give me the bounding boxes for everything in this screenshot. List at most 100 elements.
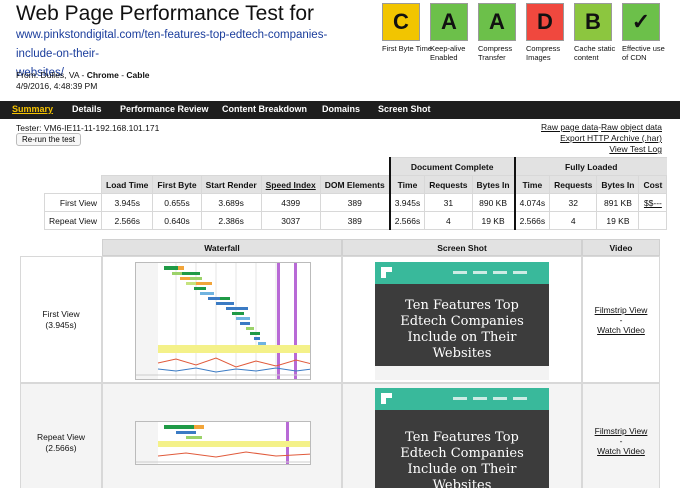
empty-cell (261, 158, 320, 176)
first-view-screenshot-thumbnail[interactable]: Ten Features Top Edtech Companies Includ… (375, 262, 549, 380)
first-view-title: First View (42, 308, 80, 319)
table-cell: 891 KB (596, 193, 640, 212)
table-cell: 0.655s (152, 193, 202, 212)
column-header-row: Load Time First Byte Start Render Speed … (45, 175, 668, 194)
table-cell (638, 211, 668, 230)
table-cell: 2.566s (513, 211, 551, 230)
tester-info: Tester: VM6-IE11-11-192.168.101.171 (16, 123, 160, 133)
screenshot-footer-strip (375, 366, 549, 380)
watch-video-link[interactable]: Watch Video (583, 446, 659, 456)
grade-caption: Cache static content (574, 44, 616, 62)
col-dom-elements: DOM Elements (319, 175, 391, 194)
grade-letter: A (430, 3, 468, 41)
col-start-render: Start Render (200, 175, 262, 194)
empty-cell (45, 158, 102, 176)
waterfall-chart-icon (136, 263, 310, 379)
grade-caption: Effective use of CDN (622, 44, 665, 62)
col-doc-requests: Requests (424, 175, 473, 194)
site-logo-icon (381, 393, 392, 404)
rerun-test-button[interactable]: Re-run the test (16, 133, 81, 146)
col-load-time: Load Time (101, 175, 154, 194)
repeat-view-waterfall-cell (102, 383, 342, 488)
menu-item-icon (453, 397, 467, 400)
raw-page-data-link[interactable]: Raw page data (541, 122, 598, 132)
document-complete-header: Document Complete (388, 157, 515, 176)
menu-item-icon (493, 271, 507, 274)
table-cell: 0.640s (152, 211, 202, 230)
grade-first-byte[interactable]: C First Byte Time (382, 3, 432, 53)
raw-object-data-link[interactable]: Raw object data (601, 122, 662, 132)
first-view-waterfall-cell (102, 256, 342, 383)
table-cell: 3.689s (200, 193, 262, 212)
grade-letter: C (382, 3, 420, 41)
from-connection: Cable (126, 70, 150, 80)
view-test-log-link[interactable]: View Test Log (609, 144, 662, 154)
repeat-view-time: (2.566s) (45, 443, 77, 453)
first-view-waterfall-thumbnail[interactable] (135, 262, 311, 380)
table-row: First View 3.945s 0.655s 3.689s 4399 389… (43, 193, 668, 212)
table-cell: 4.074s (513, 193, 551, 212)
empty-cell (102, 158, 153, 176)
views-table: Waterfall Screen Shot Video First View (… (20, 239, 660, 488)
first-view-label: First View (3.945s) (20, 256, 102, 383)
results-table: Document Complete Fully Loaded Load Time… (43, 157, 668, 230)
grade-cache-static[interactable]: B Cache static content (574, 3, 615, 62)
grade-caption: Compress Transfer (478, 44, 513, 62)
watch-video-link[interactable]: Watch Video (583, 325, 659, 335)
screenshot-headline: Ten Features Top Edtech Companies Includ… (400, 430, 524, 488)
table-cell: 31 (424, 193, 473, 212)
table-cell: 32 (549, 193, 598, 212)
page-title: Web Page Performance Test for (16, 2, 315, 25)
link-separator: - (619, 436, 623, 446)
row-label: First View (43, 193, 103, 212)
tab-details[interactable]: Details (72, 104, 102, 114)
table-cell: 389 (319, 211, 391, 230)
grade-letter: A (478, 3, 516, 41)
table-cell: 2.566s (101, 211, 154, 230)
grade-letter: B (574, 3, 612, 41)
col-cost: Cost (638, 175, 668, 194)
menu-item-icon (493, 397, 507, 400)
table-cell: 3.945s (388, 193, 426, 212)
empty-cell (320, 158, 390, 176)
repeat-view-screenshot-cell: Ten Features Top Edtech Companies Includ… (342, 383, 582, 488)
waterfall-header: Waterfall (102, 239, 342, 256)
tab-performance-review[interactable]: Performance Review (120, 104, 209, 114)
table-cell: 389 (319, 193, 391, 212)
screen-shot-header: Screen Shot (342, 239, 582, 256)
empty-cell (45, 176, 102, 194)
table-cell: 3.945s (101, 193, 154, 212)
tab-content-breakdown[interactable]: Content Breakdown (222, 104, 307, 114)
table-cell: 890 KB (471, 193, 516, 212)
table-cell: 2.386s (200, 211, 262, 230)
test-location: From: Dulles, VA - Chrome - Cable 4/9/20… (16, 70, 150, 92)
col-full-requests: Requests (549, 175, 598, 194)
col-doc-time: Time (388, 175, 426, 194)
tab-screen-shot[interactable]: Screen Shot (378, 104, 431, 114)
grade-keep-alive[interactable]: A Keep-alive Enabled (430, 3, 468, 62)
first-view-video-cell: Filmstrip View - Watch Video (582, 256, 660, 383)
filmstrip-view-link[interactable]: Filmstrip View (583, 426, 659, 436)
menu-item-icon (513, 397, 527, 400)
table-cell: 4 (424, 211, 473, 230)
repeat-view-waterfall-thumbnail[interactable] (135, 421, 311, 465)
repeat-view-label: Repeat View (2.566s) (20, 383, 102, 488)
repeat-view-screenshot-thumbnail[interactable]: Ten Features Top Edtech Companies Includ… (375, 388, 549, 488)
cost-link[interactable]: $$--- (638, 193, 668, 212)
tab-domains[interactable]: Domains (322, 104, 360, 114)
tab-summary[interactable]: Summary (12, 104, 53, 114)
grade-cdn[interactable]: ✓ Effective use of CDN (622, 3, 665, 62)
filmstrip-view-link[interactable]: Filmstrip View (583, 305, 659, 315)
col-speed-index[interactable]: Speed Index (260, 175, 321, 194)
from-prefix: From: Dulles, VA - (16, 70, 87, 80)
menu-item-icon (473, 397, 487, 400)
col-full-time: Time (513, 175, 551, 194)
table-cell: 2.566s (388, 211, 426, 230)
test-date: 4/9/2016, 4:48:39 PM (16, 81, 98, 91)
grade-caption: First Byte Time (382, 44, 433, 53)
grade-compress-transfer[interactable]: A Compress Transfer (478, 3, 516, 62)
site-logo-icon (381, 267, 392, 278)
export-har-link[interactable]: Export HTTP Archive (.har) (560, 133, 662, 143)
grade-compress-images[interactable]: D Compress Images (526, 3, 564, 62)
menu-item-icon (513, 271, 527, 274)
